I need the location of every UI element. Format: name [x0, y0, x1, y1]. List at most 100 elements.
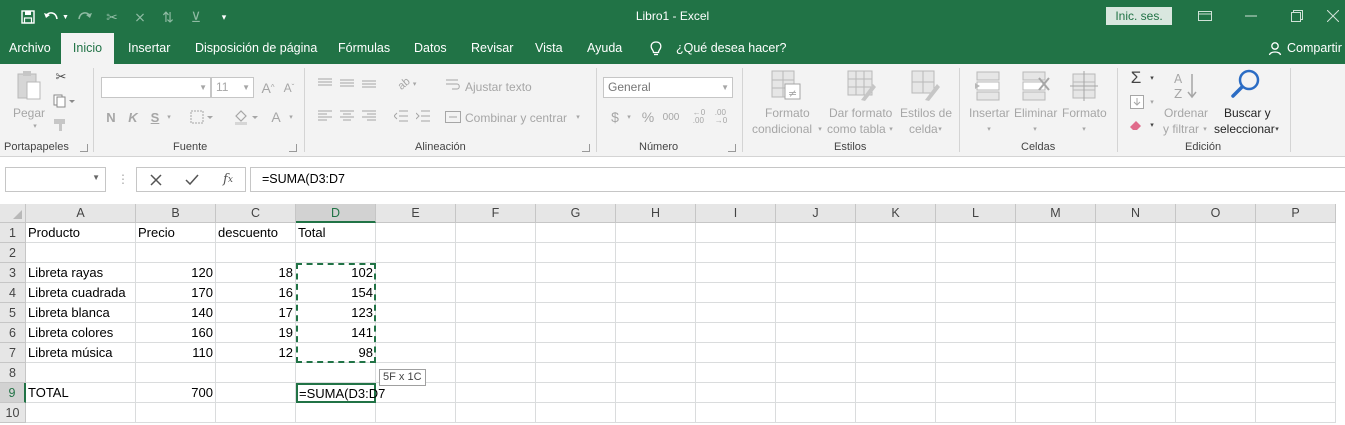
cell-h7[interactable] — [616, 343, 696, 363]
clear-eraser-icon[interactable] — [1128, 116, 1146, 134]
cell-m5[interactable] — [1016, 303, 1096, 323]
cell-g9[interactable] — [536, 383, 616, 403]
cell-p1[interactable] — [1256, 223, 1336, 243]
tab-archivo[interactable]: Archivo — [9, 33, 51, 64]
cell-h5[interactable] — [616, 303, 696, 323]
insert-cells-icon[interactable] — [975, 70, 1005, 102]
find-dropdown-icon[interactable]: ▾ — [1273, 124, 1281, 134]
currency-dropdown-icon[interactable]: ▾ — [624, 111, 634, 123]
format-cells-label[interactable]: Formato — [1062, 106, 1107, 120]
cell-i3[interactable] — [696, 263, 776, 283]
cell-b10[interactable] — [136, 403, 216, 423]
column-header-g[interactable]: G — [536, 204, 616, 223]
cell-i9[interactable] — [696, 383, 776, 403]
select-all-button[interactable] — [0, 204, 26, 223]
cell-b4[interactable]: 170 — [136, 283, 216, 303]
sort-filter-label-2[interactable]: y filtrar — [1163, 122, 1199, 136]
cell-l1[interactable] — [936, 223, 1016, 243]
cell-d8[interactable] — [296, 363, 376, 383]
cell-g7[interactable] — [536, 343, 616, 363]
cell-h8[interactable] — [616, 363, 696, 383]
align-right-icon[interactable] — [360, 107, 378, 125]
cell-n7[interactable] — [1096, 343, 1176, 363]
cell-b8[interactable] — [136, 363, 216, 383]
cell-g10[interactable] — [536, 403, 616, 423]
cell-h1[interactable] — [616, 223, 696, 243]
cell-k7[interactable] — [856, 343, 936, 363]
paste-label[interactable]: Pegar — [13, 106, 45, 120]
cell-a9[interactable]: TOTAL — [26, 383, 136, 403]
cell-a3[interactable]: Libreta rayas — [26, 263, 136, 283]
cell-d5[interactable]: 123 — [296, 303, 376, 323]
paste-icon[interactable] — [16, 70, 42, 102]
row-header-10[interactable]: 10 — [0, 403, 26, 423]
cell-o5[interactable] — [1176, 303, 1256, 323]
row-header-2[interactable]: 2 — [0, 243, 26, 263]
cell-k9[interactable] — [856, 383, 936, 403]
clipboard-launcher-icon[interactable] — [80, 144, 88, 152]
column-header-b[interactable]: B — [136, 204, 216, 223]
cell-c3[interactable]: 18 — [216, 263, 296, 283]
align-center-icon[interactable] — [338, 107, 356, 125]
cell-m2[interactable] — [1016, 243, 1096, 263]
cell-c4[interactable]: 16 — [216, 283, 296, 303]
cell-k2[interactable] — [856, 243, 936, 263]
column-header-e[interactable]: E — [376, 204, 456, 223]
share-button[interactable]: Compartir — [1268, 33, 1342, 64]
cell-styles-label-1[interactable]: Estilos de — [900, 106, 952, 120]
column-header-h[interactable]: H — [616, 204, 696, 223]
tab-inicio[interactable]: Inicio — [61, 33, 114, 64]
ribbon-display-icon[interactable] — [1182, 5, 1228, 27]
fill-icon[interactable] — [1128, 93, 1146, 111]
name-box[interactable]: ▼ — [5, 167, 106, 192]
insert-function-icon[interactable]: fx — [210, 167, 246, 192]
cell-e10[interactable] — [376, 403, 456, 423]
cell-i8[interactable] — [696, 363, 776, 383]
cell-f7[interactable] — [456, 343, 536, 363]
cell-l2[interactable] — [936, 243, 1016, 263]
font-size-select[interactable]: 11 ▼ — [211, 77, 254, 98]
cell-m3[interactable] — [1016, 263, 1096, 283]
close-icon[interactable] — [1320, 5, 1345, 27]
cancel-entry-icon[interactable] — [138, 167, 174, 192]
cell-l10[interactable] — [936, 403, 1016, 423]
increase-decimal-icon[interactable]: ←0.00 — [690, 107, 708, 127]
format-table-dropdown-icon[interactable]: ▾ — [887, 124, 895, 134]
cell-e7[interactable] — [376, 343, 456, 363]
cell-g4[interactable] — [536, 283, 616, 303]
row-header-1[interactable]: 1 — [0, 223, 26, 243]
cell-o9[interactable] — [1176, 383, 1256, 403]
format-cells-icon[interactable] — [1069, 70, 1099, 102]
cell-m9[interactable] — [1016, 383, 1096, 403]
cell-k5[interactable] — [856, 303, 936, 323]
cell-g2[interactable] — [536, 243, 616, 263]
decrease-font-icon[interactable]: Aˇ — [280, 77, 298, 98]
cell-f10[interactable] — [456, 403, 536, 423]
cell-styles-dropdown-icon[interactable]: ▾ — [936, 124, 944, 134]
cell-f4[interactable] — [456, 283, 536, 303]
insert-cells-label[interactable]: Insertar — [969, 106, 1010, 120]
conditional-format-label-2[interactable]: condicional — [752, 122, 812, 136]
delete-cells-icon[interactable] — [1021, 70, 1051, 102]
cell-a8[interactable] — [26, 363, 136, 383]
cell-f8[interactable] — [456, 363, 536, 383]
borders-icon[interactable] — [189, 107, 215, 127]
cell-d6[interactable]: 141 — [296, 323, 376, 343]
minimize-icon[interactable] — [1228, 5, 1274, 27]
cell-o4[interactable] — [1176, 283, 1256, 303]
cell-f3[interactable] — [456, 263, 536, 283]
format-table-label-1[interactable]: Dar formato — [829, 106, 892, 120]
cell-d2[interactable] — [296, 243, 376, 263]
cell-n6[interactable] — [1096, 323, 1176, 343]
column-header-j[interactable]: J — [776, 204, 856, 223]
row-header-7[interactable]: 7 — [0, 343, 26, 363]
cell-h2[interactable] — [616, 243, 696, 263]
cell-a4[interactable]: Libreta cuadrada — [26, 283, 136, 303]
cell-c6[interactable]: 19 — [216, 323, 296, 343]
cell-h6[interactable] — [616, 323, 696, 343]
cell-o2[interactable] — [1176, 243, 1256, 263]
cell-c1[interactable]: descuento — [216, 223, 296, 243]
row-header-5[interactable]: 5 — [0, 303, 26, 323]
column-header-l[interactable]: L — [936, 204, 1016, 223]
restore-icon[interactable] — [1274, 5, 1320, 27]
